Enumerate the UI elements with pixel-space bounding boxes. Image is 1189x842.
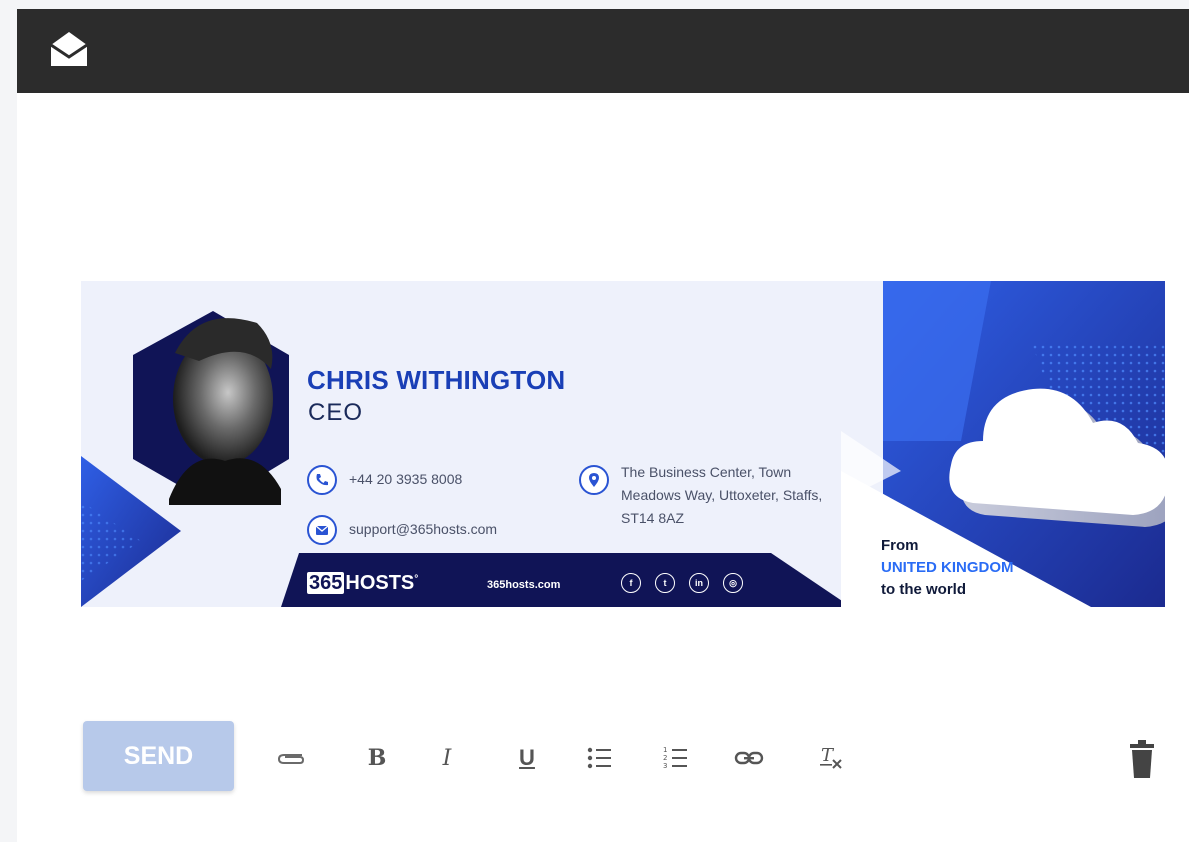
signature-role: CEO (308, 399, 364, 426)
attach-icon[interactable] (274, 741, 308, 775)
instagram-icon[interactable]: ◎ (723, 573, 743, 593)
signature-phone[interactable]: +44 20 3935 8008 (349, 471, 462, 487)
compose-header (17, 9, 1189, 93)
phone-icon (307, 465, 337, 495)
tagline-line: to the world (881, 581, 966, 598)
envelope-open-icon[interactable] (47, 27, 91, 71)
twitter-icon[interactable]: t (655, 573, 675, 593)
facebook-icon[interactable]: f (621, 573, 641, 593)
numbered-list-icon[interactable]: 123 (658, 741, 692, 775)
logo-mark: ° (414, 573, 419, 585)
clear-format-icon[interactable]: T (814, 741, 848, 775)
profile-photo (133, 311, 289, 505)
signature-email[interactable]: support@365hosts.com (349, 521, 497, 537)
address-line: ST14 8AZ (621, 510, 685, 526)
compose-window: CHRIS WITHINGTON CEO +44 20 3935 8008 su… (17, 9, 1189, 842)
svg-text:T: T (821, 745, 835, 766)
signature-tagline: From UNITED KINGDOM to the world (881, 535, 1014, 601)
location-icon (579, 465, 609, 495)
signature-address: The Business Center, Town Meadows Way, U… (621, 461, 822, 530)
company-website[interactable]: 365hosts.com (487, 579, 560, 591)
svg-text:3: 3 (663, 762, 667, 770)
tagline-country: UNITED KINGDOM (881, 559, 1014, 576)
link-icon[interactable] (732, 741, 766, 775)
send-button[interactable]: SEND (83, 721, 234, 791)
tagline-line: From (881, 537, 919, 554)
address-line: The Business Center, Town (621, 464, 792, 480)
logo-text: HOSTS (345, 572, 415, 594)
signature-name: CHRIS WITHINGTON (307, 365, 566, 395)
address-line: Meadows Way, Uttoxeter, Staffs, (621, 487, 823, 503)
trash-icon[interactable] (1127, 739, 1157, 779)
bold-icon: B (367, 745, 387, 771)
email-signature-banner: CHRIS WITHINGTON CEO +44 20 3935 8008 su… (81, 281, 1165, 607)
italic-button[interactable]: I (430, 741, 464, 775)
company-logo: 365 HOSTS° (307, 572, 418, 595)
underline-button[interactable]: U (510, 741, 544, 775)
email-icon (307, 515, 337, 545)
underline-icon: U (519, 745, 535, 770)
svg-text:2: 2 (663, 754, 667, 762)
linkedin-icon[interactable]: in (689, 573, 709, 593)
italic-icon: I (442, 745, 452, 771)
bold-button[interactable]: B (360, 741, 394, 775)
logo-number: 365 (307, 572, 345, 594)
svg-text:1: 1 (663, 746, 667, 754)
bulleted-list-icon[interactable] (582, 741, 616, 775)
compose-toolbar: SEND B I U 123 T (17, 719, 1189, 799)
